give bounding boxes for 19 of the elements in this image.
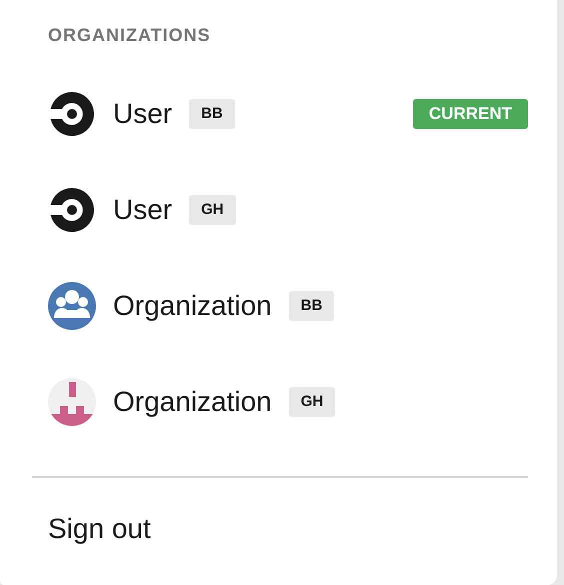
vcs-tag: GH <box>288 387 336 417</box>
organization-name: User <box>113 196 172 224</box>
current-tag: CURRENT <box>412 99 528 129</box>
section-heading: ORGANIZATIONS <box>47 24 212 47</box>
vcs-tag: BB <box>288 291 334 321</box>
organization-item[interactable]: User GH <box>32 162 528 258</box>
ring-logo-icon <box>48 90 96 138</box>
organization-item[interactable]: Organization GH <box>32 354 528 450</box>
organization-item[interactable]: Organization BB <box>32 258 528 354</box>
organization-name: User <box>113 100 172 128</box>
identicon-icon <box>48 378 96 426</box>
vcs-tag: GH <box>189 195 236 225</box>
sign-out-link[interactable]: Sign out <box>48 514 151 545</box>
organization-name: Organization <box>113 292 272 320</box>
ring-logo-icon <box>48 186 96 234</box>
vcs-tag: BB <box>189 99 235 129</box>
organization-item[interactable]: User BB CURRENT <box>32 66 528 162</box>
organization-name: Organization <box>113 388 272 416</box>
group-icon <box>48 282 96 330</box>
